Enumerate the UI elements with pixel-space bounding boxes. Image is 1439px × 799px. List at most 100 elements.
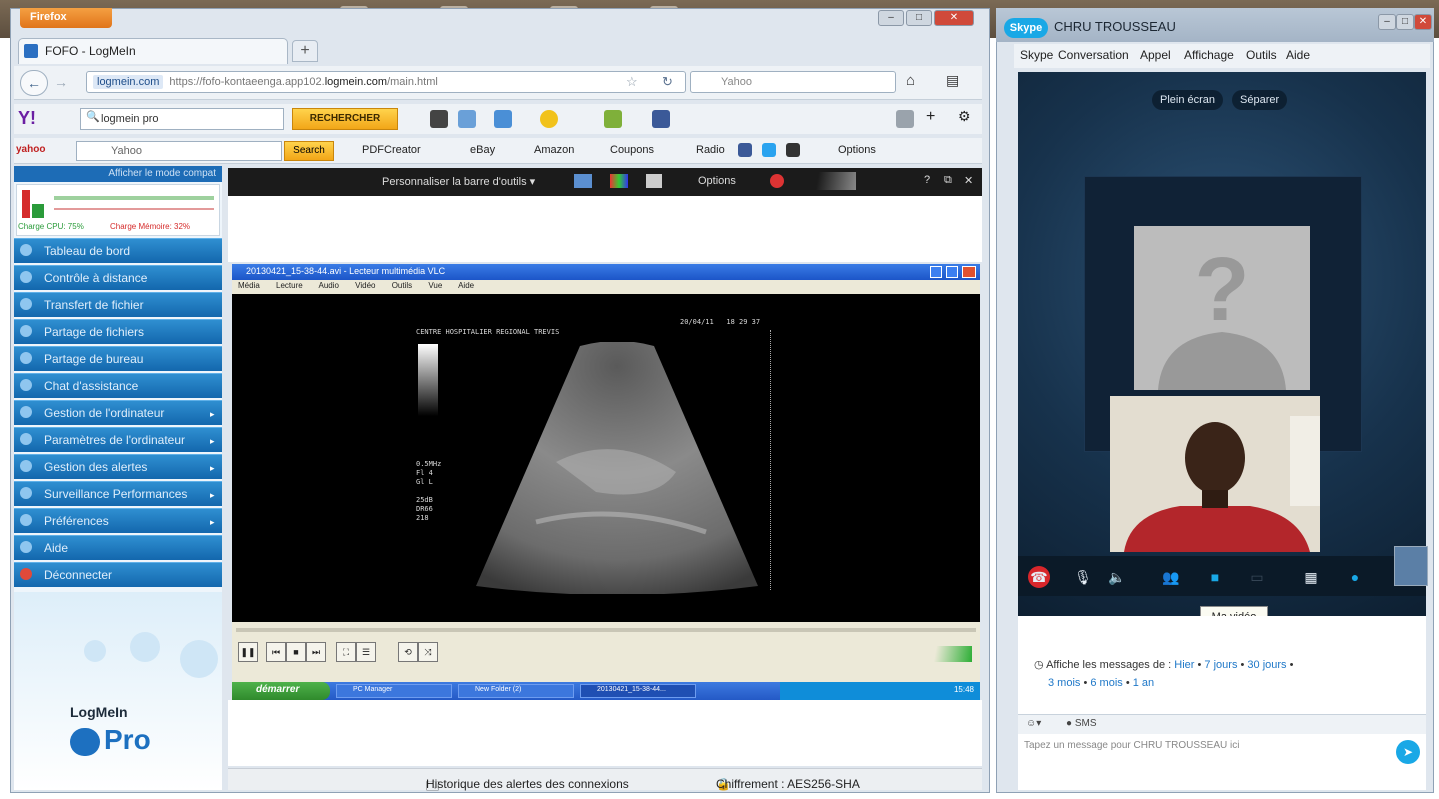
sidebar-item-desktop-sharing[interactable]: Partage de bureau — [14, 346, 222, 371]
add-people-icon[interactable]: 👥 — [1160, 566, 1182, 588]
mail-icon[interactable] — [494, 110, 512, 128]
sidebar-item-assistance-chat[interactable]: Chat d'assistance — [14, 373, 222, 398]
sidebar-item-file-transfer[interactable]: Transfert de fichier — [14, 292, 222, 317]
search-engine-box[interactable]: Yahoo — [690, 71, 896, 93]
sidebar-item-computer-settings[interactable]: Paramètres de l'ordinateur — [14, 427, 222, 452]
sidebar-item-remote-control[interactable]: Contrôle à distance — [14, 265, 222, 290]
separate-button[interactable]: Séparer — [1232, 90, 1288, 110]
menu-call[interactable]: Appel — [1140, 48, 1171, 62]
bookmark-options[interactable]: Options — [838, 144, 876, 156]
history-link-yesterday[interactable]: Hier — [1174, 659, 1194, 671]
menu-panel-icon[interactable]: ▤ — [946, 72, 959, 89]
history-link-6-months[interactable]: 6 mois — [1090, 677, 1122, 689]
fullscreen-icon[interactable]: ⛶ — [336, 642, 356, 662]
bookmark-radio[interactable]: Radio — [696, 144, 725, 156]
bookmark-amazon[interactable]: Amazon — [534, 144, 574, 156]
games-icon[interactable] — [604, 110, 622, 128]
fullscreen-icon[interactable]: ⧉ — [944, 174, 952, 187]
reload-icon[interactable]: ↻ — [662, 74, 673, 90]
customize-toolbar-button[interactable]: Personnaliser la barre d'outils ▾ — [382, 175, 535, 188]
printer-icon[interactable] — [646, 174, 662, 188]
color-icon[interactable] — [610, 174, 628, 188]
send-icon[interactable]: ➤ — [1396, 740, 1420, 764]
add-icon[interactable]: + — [926, 108, 935, 126]
history-link-3-months[interactable]: 3 mois — [1048, 677, 1080, 689]
twitter-icon[interactable] — [762, 143, 776, 157]
bookmark-search-input[interactable]: Yahoo — [76, 141, 282, 161]
sidebar-item-preferences[interactable]: Préférences — [14, 508, 222, 533]
vlc-maximize-button[interactable] — [946, 266, 958, 278]
sidebar-item-computer-management[interactable]: Gestion de l'ordinateur — [14, 400, 222, 425]
sidebar-item-dashboard[interactable]: Tableau de bord — [14, 238, 222, 263]
bookmark-coupons[interactable]: Coupons — [610, 144, 654, 156]
compat-mode-link[interactable]: Afficher le mode compat — [14, 166, 222, 182]
maximize-button[interactable]: □ — [906, 10, 932, 26]
sidebar-item-performance[interactable]: Surveillance Performances — [14, 481, 222, 506]
home-icon[interactable]: ⌂ — [906, 72, 915, 89]
maximize-button[interactable]: □ — [1396, 14, 1414, 30]
loop-icon[interactable]: ⟲ — [398, 642, 418, 662]
facebook-icon[interactable] — [738, 143, 752, 157]
url-bar[interactable]: logmein.com https://fofo-kontaeenga.app10… — [86, 71, 686, 93]
message-input[interactable]: Tapez un message pour CHRU TROUSSEAU ici — [1018, 734, 1426, 790]
playlist-icon[interactable]: ☰ — [356, 642, 376, 662]
phone-icon[interactable] — [896, 110, 914, 128]
new-tab-button[interactable]: + — [292, 40, 318, 62]
prev-icon[interactable]: ⏮ — [266, 642, 286, 662]
speaker-icon[interactable]: 🔈 — [1106, 566, 1128, 588]
notifications-icon[interactable] — [540, 110, 558, 128]
emoticon-icon[interactable]: ☺▾ — [1026, 718, 1041, 729]
bookmark-search-button[interactable]: Search — [284, 141, 334, 161]
site-identity[interactable]: logmein.com — [93, 75, 164, 89]
next-icon[interactable]: ⏭ — [306, 642, 326, 662]
vlc-close-button[interactable] — [962, 266, 976, 278]
menu-view[interactable]: Affichage — [1184, 48, 1234, 62]
taskbar-item-vlc[interactable]: 20130421_15-38-44... — [580, 684, 696, 698]
yahoo-search-input[interactable]: logmein pro — [80, 108, 284, 130]
amazon-icon[interactable] — [430, 110, 448, 128]
sidebar-item-file-sharing[interactable]: Partage de fichiers — [14, 319, 222, 344]
zoom-slider[interactable] — [792, 172, 856, 190]
document-icon[interactable] — [458, 110, 476, 128]
volume-slider[interactable] — [920, 646, 972, 662]
firefox-menu-button[interactable]: Firefox — [20, 8, 112, 28]
close-button[interactable]: ✕ — [934, 10, 974, 26]
mini-preview-thumbnail[interactable] — [1394, 546, 1428, 586]
sidebar-item-disconnect[interactable]: Déconnecter — [14, 562, 222, 587]
record-icon[interactable] — [770, 174, 784, 188]
sms-icon[interactable]: ● SMS — [1066, 718, 1097, 729]
history-link-1-year[interactable]: 1 an — [1133, 677, 1154, 689]
bookmark-ebay[interactable]: eBay — [470, 144, 495, 156]
menu-help[interactable]: Aide — [1286, 48, 1310, 62]
bookmark-star-icon[interactable]: ☆ — [626, 74, 638, 90]
start-button[interactable]: démarrer — [232, 682, 330, 700]
help-icon[interactable]: ? — [924, 174, 930, 186]
hang-up-icon[interactable]: ☎ — [1028, 566, 1050, 588]
taskbar-item-new-folder[interactable]: New Folder (2) — [458, 684, 574, 698]
yahoo-search-button[interactable]: RECHERCHER — [292, 108, 398, 130]
menu-conversation[interactable]: Conversation — [1058, 48, 1129, 62]
vlc-seek-bar[interactable] — [236, 628, 976, 632]
settings-gear-icon[interactable]: ⚙ — [958, 108, 971, 125]
remote-options-button[interactable]: Options — [698, 175, 736, 187]
vlc-menu-bar[interactable]: Média Lecture Audio Vidéo Outils Vue Aid… — [232, 280, 980, 294]
minimize-button[interactable]: – — [1378, 14, 1396, 30]
system-tray[interactable]: 15:48 — [780, 682, 980, 700]
fullscreen-button[interactable]: Plein écran — [1152, 90, 1224, 110]
stop-icon[interactable]: ■ — [286, 642, 306, 662]
shuffle-icon[interactable]: ⤨ — [418, 642, 438, 662]
back-arrow-icon[interactable]: ← — [20, 70, 48, 96]
dialpad-icon[interactable]: ▦ — [1300, 566, 1322, 588]
facebook-icon[interactable] — [652, 110, 670, 128]
browser-tab[interactable]: FOFO - LogMeIn — [18, 38, 288, 64]
minimize-button[interactable]: – — [878, 10, 904, 26]
pause-icon[interactable]: ❚❚ — [238, 642, 258, 662]
close-icon[interactable]: ✕ — [964, 174, 973, 187]
bookmark-pdfcreator[interactable]: PDFCreator — [362, 144, 421, 156]
history-link-30-days[interactable]: 30 jours — [1247, 659, 1286, 671]
screen-icon[interactable] — [574, 174, 592, 188]
mute-microphone-icon[interactable]: 🎙 — [1072, 566, 1094, 588]
forward-arrow-icon[interactable]: → — [50, 70, 72, 96]
sidebar-item-alerts[interactable]: Gestion des alertes — [14, 454, 222, 479]
sidebar-item-help[interactable]: Aide — [14, 535, 222, 560]
